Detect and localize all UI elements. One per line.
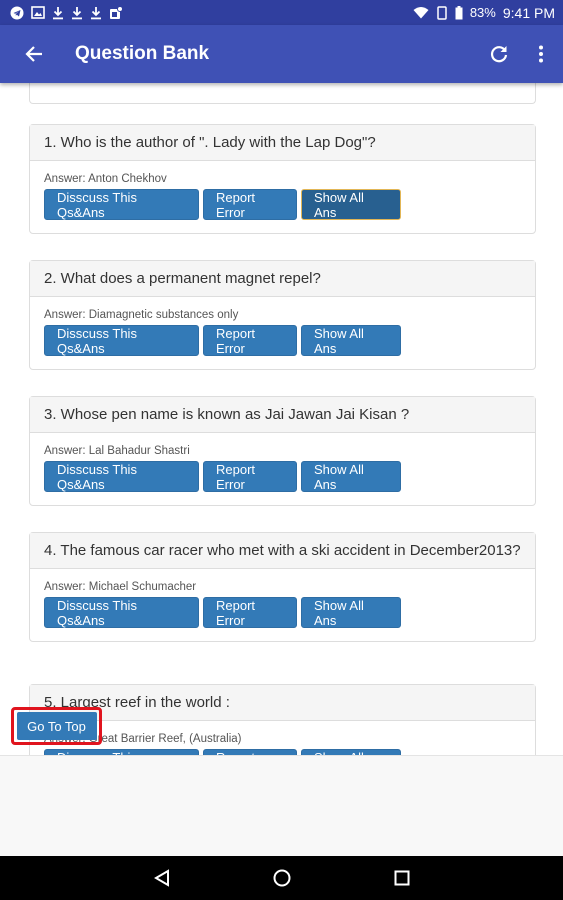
question-text: 3. Whose pen name is known as Jai Jawan … bbox=[30, 397, 535, 433]
question-card: 5. Largest reef in the world : Answer: G… bbox=[29, 684, 536, 755]
status-bar: 83% 9:41 PM bbox=[0, 0, 563, 25]
battery-percent: 83% bbox=[469, 5, 496, 20]
refresh-button[interactable] bbox=[475, 30, 523, 78]
battery-icon bbox=[455, 5, 463, 19]
blank-area bbox=[0, 755, 563, 856]
answer-text: Answer: Great Barrier Reef, (Australia) bbox=[44, 733, 242, 745]
question-list[interactable]: 1. Who is the author of ". Lady with the… bbox=[0, 83, 563, 755]
nav-recents-button[interactable] bbox=[342, 856, 462, 900]
image-icon bbox=[31, 6, 45, 19]
overflow-menu-button[interactable] bbox=[523, 30, 559, 78]
go-to-top-button[interactable]: Go To Top bbox=[16, 712, 97, 740]
question-card: 2. What does a permanent magnet repel? A… bbox=[29, 260, 536, 370]
download-icon bbox=[53, 6, 63, 19]
question-text: 5. Largest reef in the world : bbox=[30, 685, 535, 721]
question-text: 4. The famous car racer who met with a s… bbox=[30, 533, 535, 569]
telegram-icon bbox=[10, 6, 24, 19]
answer-text: Answer: Michael Schumacher bbox=[44, 581, 197, 593]
question-card: 3. Whose pen name is known as Jai Jawan … bbox=[29, 396, 536, 506]
download-icon bbox=[91, 6, 101, 19]
go-to-top-highlight: Go To Top bbox=[11, 707, 102, 745]
report-error-button[interactable]: Report Error bbox=[203, 189, 297, 220]
refresh-icon bbox=[490, 46, 508, 63]
show-all-answers-button[interactable]: Show All Ans bbox=[301, 325, 401, 356]
discuss-button[interactable]: Disscuss This Qs&Ans bbox=[44, 461, 199, 492]
wifi-icon bbox=[413, 7, 429, 19]
status-left-icons bbox=[10, 5, 123, 20]
discuss-button[interactable]: Disscuss This Qs&Ans bbox=[44, 189, 199, 220]
report-error-button[interactable]: Report Error bbox=[203, 461, 297, 492]
show-all-answers-button[interactable]: Show All Ans bbox=[301, 597, 401, 628]
back-arrow-icon bbox=[25, 46, 42, 62]
page-title: Question Bank bbox=[75, 43, 210, 64]
nav-back-icon bbox=[153, 869, 169, 887]
discuss-button[interactable]: Disscuss This Qs&Ans bbox=[44, 325, 199, 356]
back-button[interactable] bbox=[10, 30, 58, 78]
answer-text: Answer: Diamagnetic substances only bbox=[44, 309, 239, 321]
clock: 9:41 PM bbox=[502, 4, 555, 21]
navigation-bar bbox=[0, 856, 563, 900]
nav-recents-icon bbox=[394, 870, 409, 886]
question-card: 4. The famous car racer who met with a s… bbox=[29, 532, 536, 642]
answer-text: Answer: Lal Bahadur Shastri bbox=[44, 445, 190, 457]
app-notification-icon bbox=[110, 5, 123, 19]
question-text: 2. What does a permanent magnet repel? bbox=[30, 261, 535, 297]
discuss-button[interactable]: Disscuss This Qs&Ans bbox=[44, 597, 199, 628]
question-text: 1. Who is the author of ". Lady with the… bbox=[30, 125, 535, 161]
answer-text: Answer: Anton Chekhov bbox=[44, 173, 167, 185]
show-all-answers-button[interactable]: Show All Ans bbox=[301, 461, 401, 492]
previous-card-bottom bbox=[29, 83, 536, 104]
show-all-answers-button[interactable]: Show All Ans bbox=[301, 189, 401, 220]
more-vert-icon bbox=[539, 45, 543, 63]
nav-home-icon bbox=[273, 869, 290, 887]
screen-rotation-icon bbox=[437, 5, 447, 20]
nav-back-button[interactable] bbox=[102, 856, 222, 900]
app-bar: Question Bank bbox=[0, 25, 563, 83]
question-card: 1. Who is the author of ". Lady with the… bbox=[29, 124, 536, 234]
nav-home-button[interactable] bbox=[222, 856, 342, 900]
status-right-icons: 83% 9:41 PM bbox=[413, 5, 555, 21]
report-error-button[interactable]: Report Error bbox=[203, 325, 297, 356]
download-icon bbox=[72, 6, 82, 19]
report-error-button[interactable]: Report Error bbox=[203, 597, 297, 628]
